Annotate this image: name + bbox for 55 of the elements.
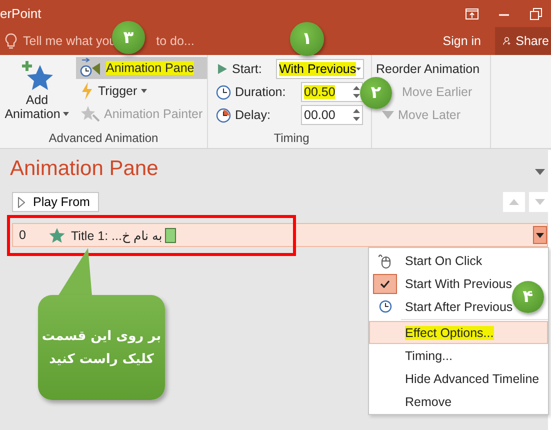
caret-icon <box>536 232 544 238</box>
down-triangle-icon <box>382 111 394 119</box>
check-icon <box>380 280 390 288</box>
add-animation-button[interactable]: Add Animation <box>4 57 70 131</box>
painter-icon <box>80 105 100 123</box>
clock-icon <box>378 300 392 313</box>
reorder-animation-label: Reorder Animation <box>376 61 481 78</box>
play-icon <box>216 63 228 75</box>
callout-text: کلیک راست کنید <box>49 352 154 366</box>
share-button[interactable]: Share <box>495 27 551 55</box>
group-label: Timing <box>272 131 310 147</box>
group-label: Advanced Animation <box>48 131 160 147</box>
menu-item[interactable]: Effect Options... <box>369 321 548 344</box>
duration-label: Duration: <box>235 85 287 99</box>
animation-pane-button[interactable]: Animation Pane <box>76 57 207 79</box>
item-dropdown-button[interactable] <box>533 226 547 244</box>
item-number: 0 <box>18 228 27 242</box>
caret-icon[interactable] <box>535 169 545 175</box>
delay-spinner[interactable]: 00.00 <box>301 105 363 125</box>
menu-item[interactable]: Start On Click <box>369 249 548 272</box>
display-options-icon[interactable] <box>465 6 479 20</box>
spin-arrows-icon[interactable] <box>353 85 360 99</box>
spin-arrows-icon[interactable] <box>353 108 360 122</box>
clock-icon <box>216 84 231 100</box>
lightning-icon <box>80 82 94 100</box>
sign-in-link[interactable]: Sign in <box>442 34 481 48</box>
timeline-bar <box>165 228 176 242</box>
start-dropdown[interactable]: With Previous <box>276 59 364 79</box>
caret-icon <box>356 67 361 71</box>
play-from-button[interactable]: Play From <box>12 192 99 212</box>
delay-label: Delay: <box>235 108 272 122</box>
star-plus-icon <box>20 59 54 91</box>
timer-icon <box>216 108 231 122</box>
item-label: Title 1: ...به نام خ <box>71 228 162 242</box>
menu-item[interactable]: Timing... <box>369 344 548 367</box>
trigger-button[interactable]: Trigger <box>76 80 207 102</box>
callout-pointer <box>58 248 92 296</box>
lightbulb-icon <box>5 32 17 50</box>
window-title: erPoint <box>0 6 42 21</box>
down-triangle-icon <box>535 199 545 205</box>
menu-item[interactable]: Remove <box>369 390 548 413</box>
duration-spinner[interactable]: 00.50 <box>301 82 363 102</box>
caret-icon <box>141 89 148 93</box>
callout-text: بر روی این قسمت <box>42 328 162 344</box>
caret-icon <box>63 112 70 116</box>
play-icon <box>18 196 25 208</box>
mouse-icon <box>378 252 392 268</box>
start-label: Start: <box>232 62 263 76</box>
star-icon <box>49 228 65 242</box>
animation-pane-icon <box>80 58 102 78</box>
menu-item[interactable]: Hide Advanced Timeline <box>369 367 548 390</box>
tell-me-text[interactable]: to do... <box>156 34 194 48</box>
restore-icon[interactable] <box>529 6 543 20</box>
up-triangle-icon <box>509 199 519 205</box>
pane-title: Animation Pane <box>9 157 158 182</box>
